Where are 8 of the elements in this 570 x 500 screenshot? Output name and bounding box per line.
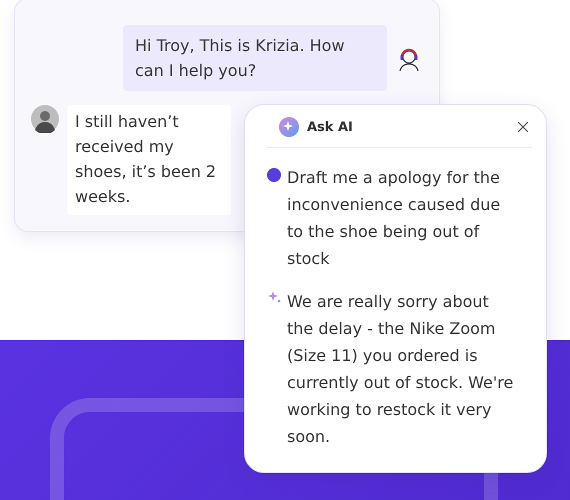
response-text: We are really sorry about the delay - the Nike Zoom (Size 11) you ordered is currently out of stock. We're working to restock it very soon. xyxy=(287,291,514,448)
sparkle-logo-icon xyxy=(279,117,299,137)
user-prompt-icon xyxy=(267,168,281,182)
customer-avatar-icon xyxy=(31,105,59,133)
customer-message: I still haven’t received my shoes, it’s been 2 weeks. xyxy=(67,105,231,215)
panel-title: Ask AI xyxy=(307,120,354,134)
agent-message: Hi Troy, This is Krizia. How can I help you? xyxy=(123,25,387,91)
prompt-text: Draft me a apology for the inconvenience caused due to the shoe being out of stock xyxy=(287,167,502,270)
